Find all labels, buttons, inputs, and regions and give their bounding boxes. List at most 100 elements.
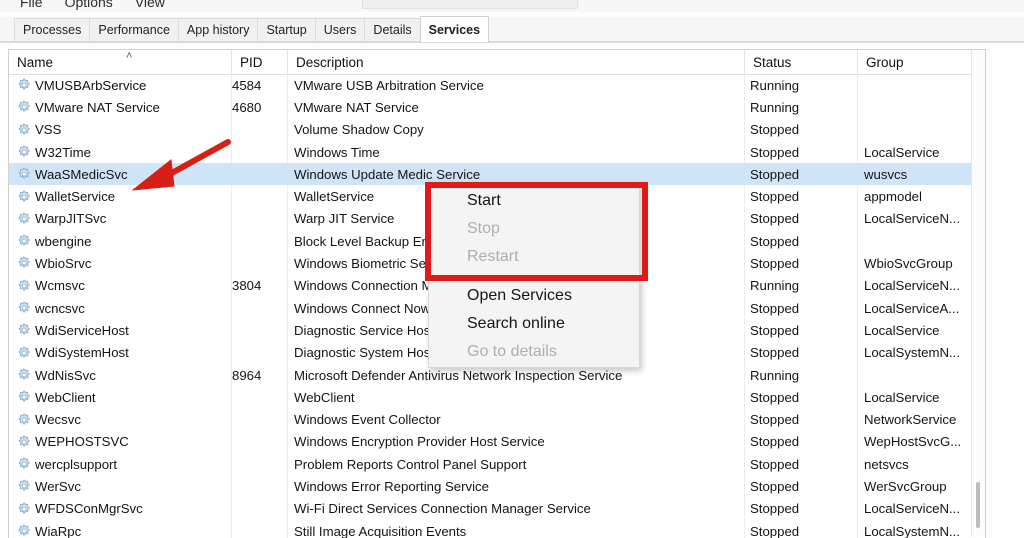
cell-group — [861, 74, 979, 96]
cell-status: Stopped — [750, 345, 800, 361]
cell-service-name: WerSvc — [35, 479, 81, 495]
cell-status: Running — [750, 278, 800, 294]
cell-service-name: WdiServiceHost — [35, 322, 129, 338]
tab-strip-underline — [0, 41, 1024, 42]
menu-item-file[interactable]: File — [20, 0, 43, 10]
context-menu-separator — [435, 276, 633, 277]
cell-description: Windows Event Collector — [294, 412, 441, 428]
tab-strip: Processes Performance App history Startup Us… — [0, 16, 1024, 43]
cell-group: LocalServiceN... — [864, 501, 961, 517]
cell-description: Windows Error Reporting Service — [294, 479, 489, 495]
cell-status: Stopped — [750, 322, 800, 338]
cell-service-name: wercplsupport — [35, 456, 118, 472]
column-header-pid[interactable]: PID — [231, 50, 287, 74]
cell-group: LocalSystemN... — [864, 345, 961, 361]
cell-service-name: wbengine — [35, 233, 92, 249]
column-header-status[interactable]: Status — [744, 50, 857, 74]
table-row[interactable]: Wecsvc Windows Event Collector Stopped Netw… — [9, 409, 985, 431]
tab-list: Processes Performance App history Startup Us… — [14, 16, 490, 42]
cell-pid — [231, 475, 281, 497]
cell-description: Problem Reports Control Panel Support — [294, 456, 527, 472]
cell-status: Stopped — [750, 256, 800, 272]
cell-service-name: Wcmsvc — [35, 278, 85, 294]
cell-group: LocalService — [864, 322, 940, 338]
column-header-description[interactable]: Description — [287, 50, 744, 74]
sort-ascending-icon: ˄ — [126, 50, 133, 62]
cell-pid — [231, 119, 281, 141]
cell-group: WbioSvcGroup — [864, 256, 953, 272]
menu-item-view[interactable]: View — [135, 0, 165, 10]
cell-group — [861, 230, 979, 252]
cell-service-name: WalletService — [35, 189, 116, 205]
table-row[interactable]: wercplsupport Problem Reports Control Pan… — [9, 453, 985, 475]
cell-pid: 3804 — [232, 278, 262, 294]
context-menu-item-start[interactable]: Start — [429, 187, 639, 215]
cell-description: Wi-Fi Direct Services Connection Manager… — [294, 501, 591, 517]
cell-status: Stopped — [750, 389, 800, 405]
cell-pid — [231, 230, 281, 252]
cell-status: Stopped — [750, 412, 800, 428]
cell-service-name: wcncsvc — [35, 300, 85, 316]
cell-pid — [231, 297, 281, 319]
cell-pid — [231, 453, 281, 475]
tab-app-history[interactable]: App history — [177, 18, 259, 42]
table-row[interactable]: VMware NAT Service 4680 VMware NAT Service… — [9, 96, 985, 118]
cell-service-name: VSS — [35, 122, 62, 138]
tab-details[interactable]: Details — [364, 18, 421, 42]
context-menu-item-search-online[interactable]: Search online — [429, 310, 639, 338]
column-header-group[interactable]: Group — [857, 50, 972, 74]
cell-description: Windows Encryption Provider Host Service — [294, 434, 545, 450]
cell-status: Stopped — [750, 479, 800, 495]
cell-status: Stopped — [750, 144, 800, 160]
table-row[interactable]: WFDSConMgrSvc Wi-Fi Direct Services Conne… — [9, 498, 985, 520]
table-row[interactable]: WebClient WebClient Stopped LocalService — [9, 386, 985, 408]
tab-startup[interactable]: Startup — [257, 18, 316, 42]
column-header-row: Name ˄ PID Description Status Group — [9, 50, 985, 75]
tab-performance[interactable]: Performance — [89, 18, 179, 42]
cell-service-name: VMware NAT Service — [35, 99, 160, 115]
table-row[interactable]: WiaRpc Still Image Acquisition Events Stop… — [9, 520, 985, 538]
tab-processes[interactable]: Processes — [14, 18, 91, 42]
cell-service-name: WebClient — [35, 389, 96, 405]
tab-services[interactable]: Services — [419, 16, 490, 42]
cell-status: Stopped — [750, 501, 800, 517]
cell-group: netsvcs — [864, 456, 909, 472]
cell-description: WebClient — [294, 389, 355, 405]
cell-group: LocalServiceN... — [864, 211, 961, 227]
cell-pid — [231, 386, 281, 408]
task-manager-window: File Options View Processes Performance Ap… — [0, 0, 1024, 538]
cell-status: Stopped — [750, 456, 800, 472]
cell-service-name: WdiSystemHost — [35, 345, 129, 361]
cell-pid — [231, 141, 281, 163]
cell-status: Stopped — [750, 211, 800, 227]
cell-status: Stopped — [750, 189, 800, 205]
context-menu-item-open-services[interactable]: Open Services — [429, 282, 639, 310]
cell-description: Volume Shadow Copy — [294, 122, 424, 138]
table-row[interactable]: W32Time Windows Time Stopped LocalService — [9, 141, 985, 163]
cell-status: Stopped — [750, 523, 800, 538]
scrollbar-thumb[interactable] — [976, 482, 980, 528]
cell-service-name: WaaSMedicSvc — [35, 166, 128, 182]
cell-group: LocalService — [864, 389, 940, 405]
cell-service-name: WarpJITSvc — [35, 211, 107, 227]
clipped-toolbar-element — [362, 0, 578, 9]
cell-description: Still Image Acquisition Events — [294, 523, 467, 538]
cell-group: LocalSystemN... — [864, 523, 961, 538]
cell-description: Windows Time — [294, 144, 380, 160]
column-header-name-label: Name — [17, 54, 54, 70]
tab-users[interactable]: Users — [314, 18, 366, 42]
cell-status: Running — [750, 99, 800, 115]
table-row[interactable]: VMUSBArbService 4584 VMware USB Arbitratio… — [9, 74, 985, 96]
column-header-name[interactable]: Name ˄ — [9, 50, 231, 74]
cell-group — [861, 119, 979, 141]
table-row[interactable]: VSS Volume Shadow Copy Stopped — [9, 119, 985, 141]
context-menu-item-stop: Stop — [467, 220, 500, 237]
cell-group: NetworkService — [864, 412, 957, 428]
menu-item-options[interactable]: Options — [65, 0, 113, 10]
table-row[interactable]: WerSvc Windows Error Reporting Service Sto… — [9, 475, 985, 497]
cell-pid — [231, 498, 281, 520]
cell-status: Stopped — [750, 434, 800, 450]
table-row[interactable]: WEPHOSTSVC Windows Encryption Provider Ho… — [9, 431, 985, 453]
cell-status: Stopped — [750, 233, 800, 249]
vertical-scrollbar[interactable] — [971, 50, 985, 537]
